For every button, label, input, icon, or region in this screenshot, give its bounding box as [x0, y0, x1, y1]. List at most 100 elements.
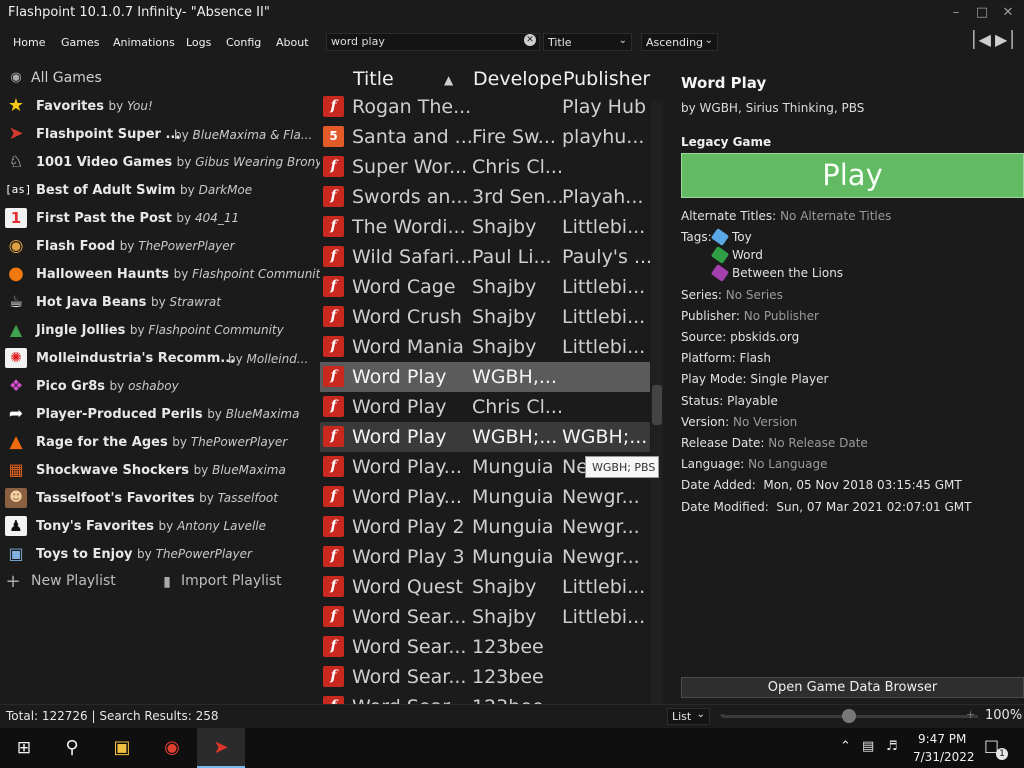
sidebar-playlist-tonys-favorites[interactable]: ♟ Tony's Favorites by Antony Lavelle — [0, 512, 316, 540]
clear-search-icon[interactable]: ✕ — [524, 34, 536, 46]
field-label: Version: — [681, 415, 730, 429]
game-row[interactable]: 5 Santa and ... Fire Sw... playhu... — [320, 122, 650, 152]
nav-home[interactable]: Home — [13, 36, 45, 49]
date-added-field: Date Added: Mon, 05 Nov 2018 03:15:45 GM… — [681, 478, 962, 492]
sidebar-playlist-shockwave-shockers[interactable]: ▦ Shockwave Shockers by BlueMaxima — [0, 456, 316, 484]
chrome-icon[interactable]: ◉ — [150, 728, 194, 768]
sidebar-playlist-player-produced-perils[interactable]: ➦ Player-Produced Perils by BlueMaxima — [0, 400, 316, 428]
column-header-publisher[interactable]: Publisher — [563, 68, 653, 90]
sidebar-playlist-flash-food[interactable]: ◉ Flash Food by ThePowerPlayer — [0, 232, 316, 260]
collapse-left-panel-icon[interactable]: │◀ — [969, 30, 991, 49]
field-label: Source: — [681, 330, 727, 344]
tag-name: Toy — [732, 230, 752, 244]
minimize-icon[interactable]: – — [946, 4, 966, 22]
game-title-cell: Word Play — [352, 426, 447, 448]
windows-start-icon[interactable]: ⊞ — [2, 728, 46, 768]
sidebar-playlist-jingle-jollies[interactable]: ▲ Jingle Jollies by Flashpoint Community — [0, 316, 316, 344]
nav-logs[interactable]: Logs — [186, 36, 211, 49]
chevron-up-icon[interactable]: ⌃ — [840, 739, 851, 754]
nav-animations[interactable]: Animations — [113, 36, 175, 49]
platform-field: Platform: Flash — [681, 351, 771, 365]
game-row[interactable]: f Word Quest Shajby Littlebi... — [320, 572, 650, 602]
close-icon[interactable]: ✕ — [998, 4, 1018, 22]
sidebar-playlist-halloween-haunts[interactable]: ● Halloween Haunts by Flashpoint Communi… — [0, 260, 327, 288]
search-icon[interactable]: ⚲ — [50, 728, 94, 768]
sidebar-item-all-games[interactable]: ◉ All Games — [0, 64, 316, 92]
nav-games[interactable]: Games — [61, 36, 99, 49]
sidebar-playlist-first-past-the-post[interactable]: 1 First Past the Post by 404_11 — [0, 204, 316, 232]
sidebar-playlist-flashpoint-super[interactable]: ➤ Flashpoint Super ... by BlueMaxima & F… — [0, 120, 316, 148]
game-row[interactable]: f Word Sear...123bee — [320, 662, 650, 692]
window-title: Flashpoint 10.1.0.7 Infinity- "Absence I… — [8, 5, 270, 20]
game-publisher-cell: Play Hub — [562, 96, 647, 118]
column-header-title[interactable]: Title — [353, 68, 394, 90]
nav-config[interactable]: Config — [226, 36, 261, 49]
playlist-author: DarkMoe — [198, 183, 253, 197]
zoom-in-icon[interactable]: + — [966, 708, 975, 721]
game-row[interactable]: f The Wordi... Shajby Littlebi... — [320, 212, 650, 242]
play-button[interactable]: Play — [681, 153, 1024, 198]
view-mode-select[interactable]: List ⌄ — [667, 708, 710, 725]
game-row[interactable]: f Word Play 2 Munguia Newgr... — [320, 512, 650, 542]
game-row[interactable]: f Word Sear... Shajby Littlebi... — [320, 602, 650, 632]
clock-date[interactable]: 7/31/2022 — [913, 750, 975, 764]
game-row[interactable]: f Word Play Chris Cl... — [320, 392, 650, 422]
tag-name: Between the Lions — [732, 266, 844, 280]
sidebar-playlist-favorites[interactable]: ★ Favorites by You! — [0, 92, 316, 120]
maximize-icon[interactable]: □ — [972, 4, 992, 22]
game-row[interactable]: f Swords an... 3rd Sen... Playah... — [320, 182, 650, 212]
network-icon[interactable]: ▤ — [862, 739, 874, 754]
game-row[interactable]: f Word Sear...123bee — [320, 632, 650, 662]
game-row[interactable]: f Word Play... Munguia Newgr... — [320, 482, 650, 512]
nav-about[interactable]: About — [276, 36, 309, 49]
game-row[interactable]: f Word Play WGBH;... WGBH;... — [320, 422, 650, 452]
file-explorer-icon[interactable]: ▣ — [100, 728, 144, 768]
sidebar-playlist-best-of-adult-swim[interactable]: [as] Best of Adult Swim by DarkMoe — [0, 176, 316, 204]
game-publisher-cell: Pauly's ... — [562, 246, 652, 268]
result-count: Total: 122726 | Search Results: 258 — [6, 709, 219, 723]
game-row[interactable]: f Word Sear...123bee — [320, 692, 650, 704]
import-playlist-button[interactable]: ▮ Import Playlist — [152, 568, 312, 596]
game-title-cell: The Wordi... — [352, 216, 466, 238]
volume-icon[interactable]: ♬ — [886, 739, 898, 754]
new-playlist-button[interactable]: + New Playlist — [0, 568, 150, 596]
game-title-cell: Word Play... — [352, 486, 462, 508]
game-row[interactable]: f Wild Safari... Paul Li... Pauly's ... — [320, 242, 652, 272]
game-row[interactable]: f Word Cage Shajby Littlebi... — [320, 272, 650, 302]
sidebar-playlist-pico-gr8s[interactable]: ❖ Pico Gr8s by oshaboy — [0, 372, 316, 400]
game-row[interactable]: f Word Mania Shajby Littlebi... — [320, 332, 650, 362]
game-row[interactable]: f Word Play 3 Munguia Newgr... — [320, 542, 650, 572]
sidebar-playlist-rage-for-the-ages[interactable]: ▲ Rage for the Ages by ThePowerPlayer — [0, 428, 316, 456]
game-row[interactable]: f Word Play WGBH,... — [320, 362, 650, 392]
column-header-developer[interactable]: Develope — [473, 68, 561, 90]
sort-field-select[interactable]: Title ⌄ — [543, 33, 632, 51]
list-scrollbar-thumb[interactable] — [652, 385, 662, 425]
game-title-cell: Word Play... — [352, 456, 462, 478]
playlist-author: You! — [127, 99, 153, 113]
sort-order-select[interactable]: Ascending ⌄ — [641, 33, 718, 51]
field-value: pbskids.org — [730, 330, 800, 344]
zoom-slider-thumb[interactable] — [842, 709, 856, 723]
game-row[interactable]: f Rogan The... Play Hub — [320, 92, 650, 122]
sidebar-playlist-toys-to-enjoy[interactable]: ▣ Toys to Enjoy by ThePowerPlayer — [0, 540, 316, 568]
open-game-data-browser-button[interactable]: Open Game Data Browser — [681, 677, 1024, 698]
game-row[interactable]: f Word Crush Shajby Littlebi... — [320, 302, 650, 332]
sidebar-playlist-tasselfoots-favorites[interactable]: ☻ Tasselfoot's Favorites by Tasselfoot — [0, 484, 316, 512]
tag-word[interactable]: Word — [710, 246, 763, 264]
playlist-author: Molleind... — [246, 352, 309, 366]
sidebar-playlist-molleindustria[interactable]: ✺ Molleindustria's Recomm... by Molleind… — [0, 344, 316, 372]
release-date-field: Release Date: No Release Date — [681, 436, 868, 450]
collapse-right-panel-icon[interactable]: ▶│ — [995, 30, 1017, 49]
game-row[interactable]: f Super Wor... Chris Cl... — [320, 152, 650, 182]
publisher-tooltip: WGBH; PBS — [585, 456, 659, 478]
sidebar-playlist-hot-java-beans[interactable]: ☕ Hot Java Beans by Strawrat — [0, 288, 316, 316]
flashpoint-taskbar-icon[interactable]: ➤ — [197, 728, 245, 768]
tag-between-the-lions[interactable]: Between the Lions — [710, 264, 844, 282]
sidebar-playlist-1001-video-games[interactable]: ♘ 1001 Video Games by Gibus Wearing Bron… — [0, 148, 322, 176]
clock-time[interactable]: 9:47 PM — [918, 732, 966, 746]
game-publisher-cell: WGBH;... — [562, 426, 648, 448]
version-field: Version: No Version — [681, 415, 797, 429]
field-label: Status: — [681, 394, 724, 408]
tag-toy[interactable]: Toy — [710, 228, 752, 246]
java-cup-icon: ☕ — [8, 292, 24, 311]
